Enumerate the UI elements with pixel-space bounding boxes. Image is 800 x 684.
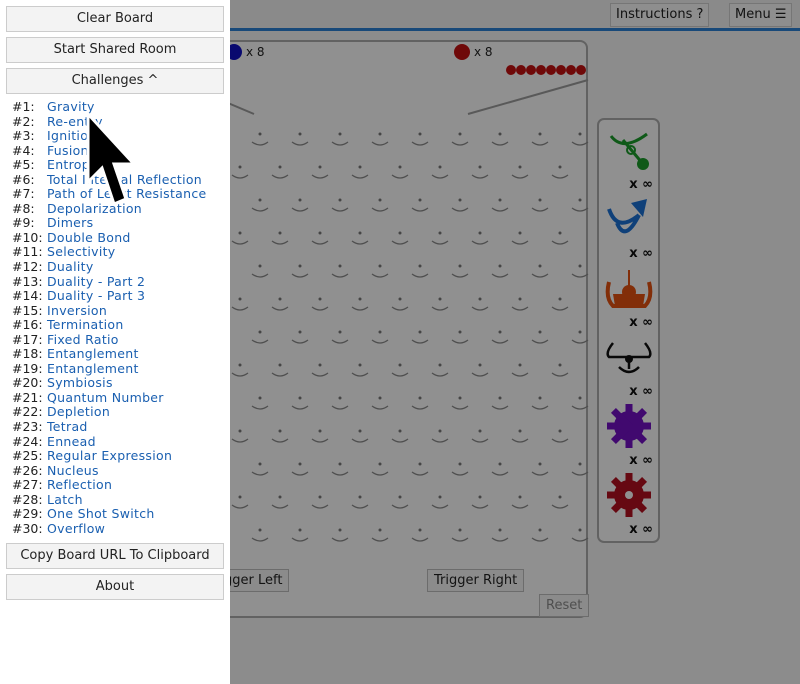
challenge-number: #22: — [12, 404, 43, 420]
challenge-item[interactable]: #14: Duality - Part 3 — [12, 289, 207, 304]
challenge-number: #12: — [12, 259, 43, 275]
challenge-number: #15: — [12, 302, 43, 318]
challenge-item[interactable]: #26: Nucleus — [12, 462, 207, 479]
challenges-toggle[interactable]: Challenges ^ — [6, 68, 224, 94]
challenge-number: #21: — [12, 389, 43, 405]
challenge-link[interactable]: Tetrad — [47, 419, 88, 435]
challenge-number: #28: — [12, 491, 43, 507]
challenge-number: #17: — [12, 331, 43, 347]
mouse-cursor-icon — [86, 112, 138, 207]
challenge-number: #6: — [12, 171, 35, 187]
challenge-item[interactable]: #28: Latch — [12, 491, 207, 508]
challenge-number: #13: — [12, 273, 43, 289]
challenge-link[interactable]: Fixed Ratio — [47, 332, 119, 348]
challenge-item[interactable]: #25: Regular Expression — [12, 449, 207, 464]
challenge-link[interactable]: Double Bond — [47, 230, 131, 246]
challenge-link[interactable]: Reflection — [47, 478, 112, 493]
challenge-item[interactable]: #18: Entanglement — [12, 347, 207, 362]
challenge-item[interactable]: #19: Entanglement — [12, 360, 207, 377]
challenge-item[interactable]: #9: Dimers — [12, 216, 207, 231]
challenge-link[interactable]: Duality - Part 2 — [47, 274, 145, 290]
challenge-link[interactable]: Dimers — [47, 216, 93, 231]
challenge-item[interactable]: #21: Quantum Number — [12, 389, 207, 406]
start-shared-room-button[interactable]: Start Shared Room — [6, 37, 224, 63]
challenge-item[interactable]: #20: Symbiosis — [12, 376, 207, 391]
challenge-number: #19: — [12, 360, 43, 376]
challenge-item[interactable]: #23: Tetrad — [12, 419, 207, 435]
challenge-number: #9: — [12, 215, 35, 231]
challenge-item[interactable]: #13: Duality - Part 2 — [12, 273, 207, 290]
challenge-item[interactable]: #24: Ennead — [12, 433, 207, 450]
challenge-item[interactable]: #30: Overflow — [12, 520, 207, 537]
clear-board-button[interactable]: Clear Board — [6, 6, 224, 32]
challenge-item[interactable]: #29: One Shot Switch — [12, 507, 207, 522]
challenge-item[interactable]: #12: Duality — [12, 259, 207, 275]
challenge-link[interactable]: Symbiosis — [47, 376, 113, 391]
challenge-link[interactable]: Overflow — [47, 521, 105, 537]
challenge-number: #8: — [12, 200, 35, 216]
challenge-number: #7: — [12, 186, 35, 202]
challenge-number: #5: — [12, 157, 35, 173]
challenge-item[interactable]: #17: Fixed Ratio — [12, 331, 207, 348]
challenge-link[interactable]: Nucleus — [47, 463, 99, 479]
challenge-item[interactable]: #15: Inversion — [12, 302, 207, 319]
challenge-number: #4: — [12, 142, 35, 158]
challenge-link[interactable]: Inversion — [47, 303, 107, 319]
challenge-link[interactable]: Fusion — [47, 143, 89, 159]
challenge-link[interactable]: Regular Expression — [47, 449, 172, 464]
challenge-link[interactable]: Termination — [47, 318, 124, 333]
challenge-link[interactable]: Selectivity — [47, 245, 116, 260]
challenge-link[interactable]: Depletion — [47, 405, 110, 420]
challenge-item[interactable]: #16: Termination — [12, 318, 207, 333]
challenge-link[interactable]: Entanglement — [47, 347, 139, 362]
challenge-item[interactable]: #11: Selectivity — [12, 245, 207, 260]
challenge-link[interactable]: Entanglement — [47, 361, 139, 377]
challenge-link[interactable]: Quantum Number — [47, 390, 164, 406]
challenge-link[interactable]: Latch — [47, 492, 83, 508]
challenge-number: #24: — [12, 433, 43, 449]
challenge-number: #1: — [12, 99, 35, 114]
challenge-number: #16: — [12, 317, 43, 333]
challenge-number: #25: — [12, 448, 43, 464]
challenge-item[interactable]: #22: Depletion — [12, 405, 207, 420]
challenge-item[interactable]: #27: Reflection — [12, 478, 207, 493]
challenge-link[interactable]: One Shot Switch — [47, 507, 155, 522]
sidebar-menu: Clear Board Start Shared Room Challenges… — [0, 0, 230, 684]
challenge-number: #10: — [12, 229, 43, 245]
challenge-item[interactable]: #10: Double Bond — [12, 229, 207, 246]
challenge-number: #26: — [12, 462, 43, 478]
challenge-number: #2: — [12, 113, 35, 129]
challenge-number: #30: — [12, 520, 43, 536]
challenge-number: #3: — [12, 128, 35, 144]
challenge-number: #11: — [12, 244, 43, 260]
challenge-number: #14: — [12, 288, 43, 304]
copy-url-button[interactable]: Copy Board URL To Clipboard — [6, 543, 224, 569]
challenge-number: #20: — [12, 375, 43, 391]
challenge-number: #23: — [12, 419, 43, 435]
challenge-number: #29: — [12, 506, 43, 522]
challenge-link[interactable]: Duality - Part 3 — [47, 289, 145, 304]
challenge-number: #18: — [12, 346, 43, 362]
challenge-number: #27: — [12, 477, 43, 493]
challenge-link[interactable]: Ennead — [47, 434, 96, 450]
challenge-link[interactable]: Duality — [47, 259, 94, 275]
about-button[interactable]: About — [6, 574, 224, 600]
